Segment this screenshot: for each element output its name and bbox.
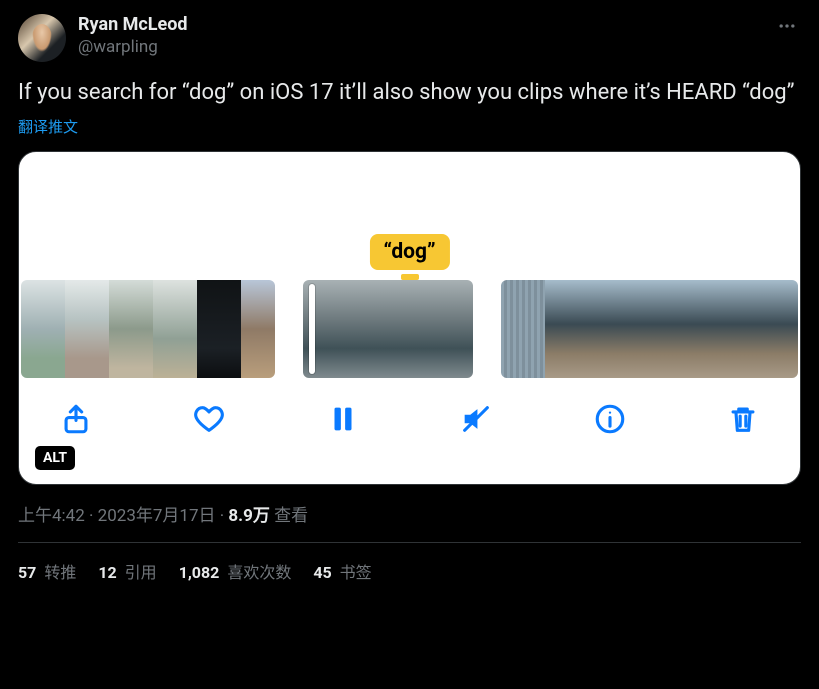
clip-group[interactable] — [303, 280, 473, 378]
more-button[interactable] — [773, 14, 801, 43]
share-icon — [59, 402, 93, 436]
video-timeline[interactable] — [19, 280, 800, 378]
info-button[interactable] — [591, 400, 629, 438]
playhead[interactable] — [309, 284, 315, 374]
media-top: “dog” — [19, 152, 800, 280]
clip-thumbnail[interactable] — [153, 280, 197, 378]
clip-thumbnail[interactable] — [65, 280, 109, 378]
clip-thumbnail[interactable] — [677, 280, 721, 378]
clip-thumbnail[interactable] — [435, 280, 473, 378]
view-label: 查看 — [270, 506, 308, 526]
handle[interactable]: @warpling — [78, 36, 773, 58]
tweet-date[interactable]: 2023年7月17日 — [98, 506, 216, 526]
tweet-header: Ryan McLeod @warpling — [18, 14, 801, 62]
clip-group[interactable] — [501, 280, 798, 378]
display-name[interactable]: Ryan McLeod — [78, 14, 773, 36]
clip-thumbnail[interactable] — [721, 280, 765, 378]
pause-button[interactable] — [324, 400, 362, 438]
retweets-stat[interactable]: 57 转推 — [18, 559, 76, 583]
clip-thumbnail[interactable] — [633, 280, 677, 378]
clip-thumbnail[interactable] — [109, 280, 153, 378]
stats-row: 57 转推 12 引用 1,082 喜欢次数 45 书签 — [18, 543, 801, 583]
alt-badge[interactable]: ALT — [35, 446, 75, 470]
clip-thumbnail[interactable] — [545, 280, 589, 378]
clip-thumbnail[interactable] — [391, 280, 435, 378]
like-button[interactable] — [190, 400, 228, 438]
view-count[interactable]: 8.9万 — [228, 506, 269, 526]
tweet-metadata: 上午4:42 · 2023年7月17日 · 8.9万 查看 — [18, 501, 801, 526]
clip-thumbnail[interactable] — [347, 280, 391, 378]
tweet-time[interactable]: 上午4:42 — [18, 506, 85, 526]
media-card[interactable]: “dog” — [18, 151, 801, 485]
clip-thumbnail[interactable] — [21, 280, 65, 378]
tweet-text: If you search for “dog” on iOS 17 it’ll … — [18, 78, 801, 108]
bookmarks-stat[interactable]: 45 书签 — [313, 559, 371, 583]
likes-stat[interactable]: 1,082 喜欢次数 — [179, 559, 292, 583]
avatar[interactable] — [18, 14, 66, 62]
trash-icon — [726, 402, 760, 436]
clip-thumbnail[interactable] — [197, 280, 241, 378]
info-icon — [593, 402, 627, 436]
clip-thumbnail[interactable] — [241, 280, 275, 378]
heart-icon — [192, 402, 226, 436]
more-icon — [777, 16, 797, 36]
clip-group[interactable] — [21, 280, 275, 378]
delete-button[interactable] — [724, 400, 762, 438]
media-controls — [19, 378, 800, 460]
clip-thumbnail[interactable] — [765, 280, 798, 378]
clip-thumbnail[interactable] — [501, 280, 545, 378]
author-block: Ryan McLeod @warpling — [78, 14, 773, 58]
search-tag-pill: “dog” — [369, 234, 449, 270]
share-button[interactable] — [57, 400, 95, 438]
clip-thumbnail[interactable] — [589, 280, 633, 378]
mute-icon — [459, 402, 493, 436]
translate-link[interactable]: 翻译推文 — [18, 116, 78, 137]
pause-icon — [326, 402, 360, 436]
tweet-container: Ryan McLeod @warpling If you search for … — [0, 0, 819, 583]
mute-button[interactable] — [457, 400, 495, 438]
quotes-stat[interactable]: 12 引用 — [98, 559, 156, 583]
